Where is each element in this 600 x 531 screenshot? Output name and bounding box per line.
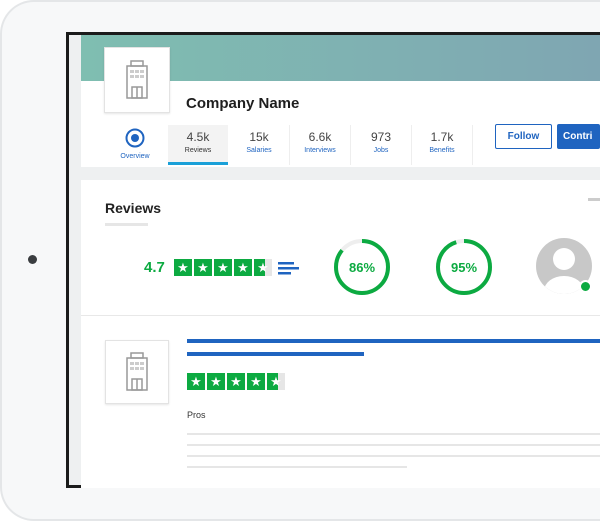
tab-salaries[interactable]: 15k Salaries [229, 125, 289, 165]
placeholder-bar [588, 198, 600, 201]
divider [81, 315, 600, 316]
tab-reviews[interactable]: 4.5k Reviews [168, 125, 228, 165]
star-icon: ★ [174, 259, 192, 276]
star-icon: ★ [214, 259, 232, 276]
target-icon [125, 128, 145, 148]
pros-label: Pros [187, 410, 206, 420]
star-icon: ★ [234, 259, 252, 276]
star-icon: ★ [187, 373, 205, 390]
review-title-placeholder[interactable] [187, 352, 364, 356]
star-icon: ★ [194, 259, 212, 276]
text-placeholder [187, 444, 600, 446]
company-logo [104, 47, 170, 113]
review-stars: ★ ★ ★ ★ ★ [187, 373, 285, 390]
review-company-logo [105, 340, 169, 404]
tab-benefits[interactable]: 1.7k Benefits [412, 125, 472, 165]
half-star-icon: ★ [254, 259, 272, 276]
recommend-ring: 86% [334, 239, 390, 295]
camera-dot [28, 255, 37, 264]
reviews-card: Reviews 4.7 ★ ★ ★ ★ ★ 86% 95% ★ ★ ★ ★ ★ Pros [81, 180, 600, 488]
ring-label: 86% [349, 260, 375, 275]
tab-interviews[interactable]: 6.6k Interviews [290, 125, 350, 165]
reviews-title: Reviews [105, 200, 162, 216]
overall-rating: 4.7 [144, 259, 165, 276]
review-title-placeholder[interactable] [187, 339, 600, 343]
title-underline [105, 223, 148, 226]
list-icon[interactable] [278, 262, 300, 276]
half-star-icon: ★ [267, 373, 285, 390]
follow-button[interactable]: Follow [495, 124, 552, 149]
star-icon: ★ [247, 373, 265, 390]
ceo-approval-ring: 95% [436, 239, 492, 295]
rating-stars: ★ ★ ★ ★ ★ [174, 259, 272, 276]
text-placeholder [187, 466, 407, 468]
building-icon [126, 60, 148, 99]
tab-jobs[interactable]: 973 Jobs [351, 125, 411, 165]
divider [472, 125, 473, 165]
text-placeholder [187, 455, 600, 457]
ring-label: 95% [451, 260, 477, 275]
text-placeholder [187, 433, 600, 435]
tab-overview[interactable]: Overview [103, 125, 167, 165]
star-icon: ★ [227, 373, 245, 390]
screen: Company Name Overview 4.5k Reviews 15k Sal… [66, 32, 600, 488]
star-icon: ★ [207, 373, 225, 390]
company-name: Company Name [186, 95, 300, 112]
building-icon [126, 352, 148, 391]
contribute-button[interactable]: Contri [557, 124, 600, 149]
online-status-dot [579, 280, 592, 293]
